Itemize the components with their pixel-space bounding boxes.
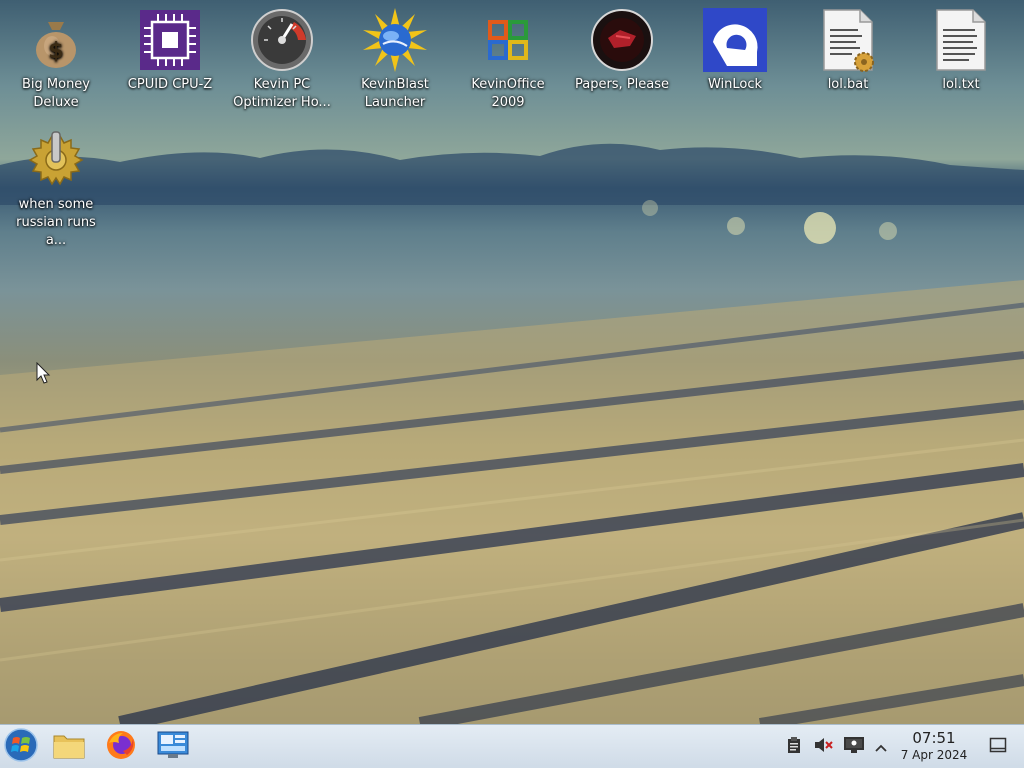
desktop-icon-when-some-russian-runs[interactable]: when some russian runs a... xyxy=(0,122,112,250)
desktop-icon-winlock[interactable]: WinLock xyxy=(679,2,791,94)
desktop-icon-label: Kevin PC Optimizer Ho... xyxy=(233,77,331,110)
taskbar-system-tool-button[interactable] xyxy=(152,727,194,767)
folder-icon xyxy=(52,730,86,764)
text-file-icon xyxy=(929,8,993,72)
desktop-icon-kevinblast-launcher[interactable]: KevinBlast Launcher xyxy=(339,2,451,112)
gear-joystick-icon xyxy=(24,128,88,192)
clock-date: 7 Apr 2024 xyxy=(900,748,968,762)
network-monitor-icon xyxy=(843,736,865,758)
desktop-icon-label: when some russian runs a... xyxy=(16,197,96,248)
desktop-icon-label: Big Money Deluxe xyxy=(21,77,90,110)
sun-globe-icon xyxy=(363,8,427,72)
office-logo-icon xyxy=(476,8,540,72)
desktop-icon-label: lol.bat xyxy=(827,77,869,92)
winlock-icon xyxy=(703,8,767,72)
taskbar-clock[interactable]: 07:51 7 Apr 2024 xyxy=(892,729,976,763)
show-desktop-icon xyxy=(989,737,1007,757)
volume-button[interactable] xyxy=(810,725,836,768)
clock-time: 07:51 xyxy=(912,729,956,747)
chevron-up-icon xyxy=(874,738,888,757)
windows-orb-icon xyxy=(4,728,38,766)
desktop: $ Big Money Deluxe CPUID CPU-Z Kevin PC … xyxy=(0,0,1024,724)
speedometer-icon xyxy=(250,8,314,72)
desktop-icon-label: Papers, Please xyxy=(574,77,670,92)
desktop-icon-label: lol.txt xyxy=(942,77,980,92)
cpu-chip-icon xyxy=(138,8,202,72)
money-bag-icon: $ xyxy=(24,8,88,72)
desktop-icon-label: CPUID CPU-Z xyxy=(127,77,213,92)
desktop-icon-label: KevinBlast Launcher xyxy=(361,77,429,110)
desktop-icon-label: WinLock xyxy=(707,77,763,92)
desktop-icon-lol-txt[interactable]: lol.txt xyxy=(905,2,1017,94)
desktop-icon-kevin-pc-optimizer[interactable]: Kevin PC Optimizer Ho... xyxy=(226,2,338,112)
taskbar: 07:51 7 Apr 2024 xyxy=(0,724,1024,768)
monitor-window-icon xyxy=(156,730,190,764)
clipboard-icon xyxy=(786,736,802,758)
desktop-icon-label: KevinOffice 2009 xyxy=(471,77,545,110)
taskbar-file-explorer-button[interactable] xyxy=(48,727,90,767)
desktop-icon-papers-please[interactable]: Papers, Please xyxy=(566,2,678,94)
show-hidden-icons-button[interactable] xyxy=(870,725,892,768)
firefox-icon xyxy=(105,729,137,765)
batch-file-icon xyxy=(816,8,880,72)
taskbar-firefox-button[interactable] xyxy=(100,727,142,767)
network-button[interactable] xyxy=(840,725,868,768)
desktop-icon-kevinoffice-2009[interactable]: KevinOffice 2009 xyxy=(452,2,564,112)
desktop-icon-big-money-deluxe[interactable]: $ Big Money Deluxe xyxy=(0,2,112,112)
clipboard-button[interactable] xyxy=(782,725,806,768)
papers-please-seal-icon xyxy=(590,8,654,72)
volume-muted-icon xyxy=(813,736,833,758)
desktop-icon-cpuid-cpu-z[interactable]: CPUID CPU-Z xyxy=(114,2,226,94)
svg-text:$: $ xyxy=(48,39,63,64)
show-desktop-button[interactable] xyxy=(984,725,1012,768)
mouse-cursor-icon xyxy=(36,361,52,390)
desktop-icon-lol-bat[interactable]: lol.bat xyxy=(792,2,904,94)
start-button[interactable] xyxy=(0,727,42,767)
